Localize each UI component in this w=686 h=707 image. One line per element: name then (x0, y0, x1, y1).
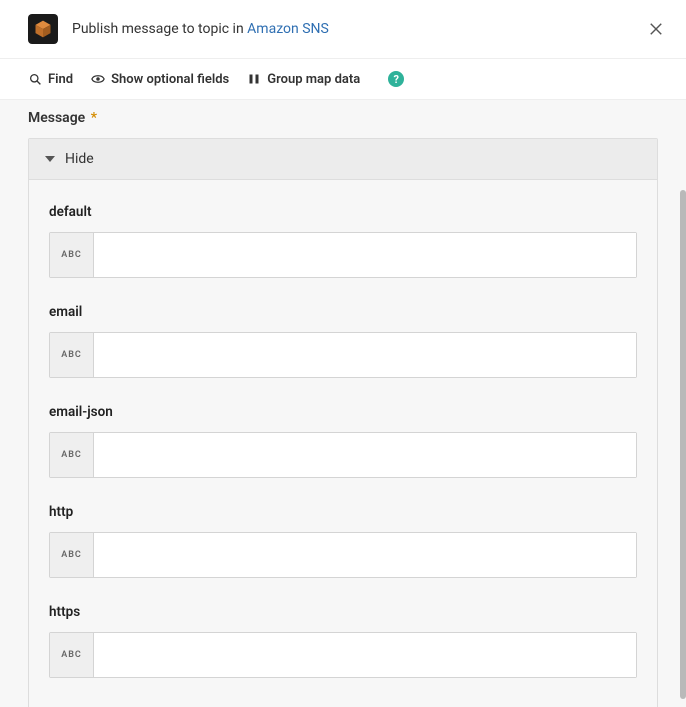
field-https: https ABC (49, 604, 637, 678)
field-label: default (49, 204, 637, 220)
dialog-title: Publish message to topic in Amazon SNS (72, 21, 329, 37)
field-email: email ABC (49, 304, 637, 378)
field-label: email-json (49, 404, 637, 420)
show-optional-label: Show optional fields (111, 72, 229, 87)
show-optional-button[interactable]: Show optional fields (91, 72, 229, 87)
field-label: http (49, 504, 637, 520)
panel-toggle[interactable]: Hide (29, 139, 657, 180)
hide-label: Hide (65, 151, 94, 167)
message-section-label: Message * (28, 110, 658, 126)
chevron-down-icon (45, 156, 55, 162)
close-icon (649, 22, 663, 36)
https-input[interactable] (94, 633, 636, 677)
find-label: Find (48, 72, 73, 87)
title-prefix: Publish message to topic in (72, 21, 247, 37)
title-service-link[interactable]: Amazon SNS (247, 21, 329, 37)
type-badge: ABC (50, 333, 94, 377)
field-label: email (49, 304, 637, 320)
email-input[interactable] (94, 333, 636, 377)
dialog-header: Publish message to topic in Amazon SNS (0, 0, 686, 59)
message-panel: Hide defaultABCemailABCemail-jsonABChttp… (28, 138, 658, 707)
type-badge: ABC (50, 433, 94, 477)
message-label-text: Message (28, 110, 85, 126)
field-label: https (49, 604, 637, 620)
close-button[interactable] (646, 19, 666, 39)
input-wrap: ABC (49, 232, 637, 278)
field-email-json: email-json ABC (49, 404, 637, 478)
scrollbar[interactable] (680, 190, 686, 699)
type-badge: ABC (50, 533, 94, 577)
search-icon (28, 72, 42, 86)
field-default: default ABC (49, 204, 637, 278)
app-icon (28, 14, 58, 44)
group-map-label: Group map data (267, 72, 360, 87)
panel-body: defaultABCemailABCemail-jsonABChttpABCht… (29, 180, 657, 707)
type-badge: ABC (50, 233, 94, 277)
field-http: http ABC (49, 504, 637, 578)
columns-icon (247, 72, 261, 86)
http-input[interactable] (94, 533, 636, 577)
default-input[interactable] (94, 233, 636, 277)
required-mark: * (91, 110, 97, 126)
input-wrap: ABC (49, 532, 637, 578)
cube-icon (33, 19, 53, 39)
group-map-button[interactable]: Group map data (247, 72, 360, 87)
help-button[interactable]: ? (388, 71, 404, 87)
find-button[interactable]: Find (28, 72, 73, 87)
help-icon-label: ? (394, 73, 399, 86)
input-wrap: ABC (49, 332, 637, 378)
eye-icon (91, 72, 105, 86)
input-wrap: ABC (49, 632, 637, 678)
type-badge: ABC (50, 633, 94, 677)
input-wrap: ABC (49, 432, 637, 478)
email-json-input[interactable] (94, 433, 636, 477)
toolbar: Find Show optional fields Group map data… (0, 59, 686, 100)
content-area: Message * Hide defaultABCemailABCemail-j… (0, 100, 686, 707)
